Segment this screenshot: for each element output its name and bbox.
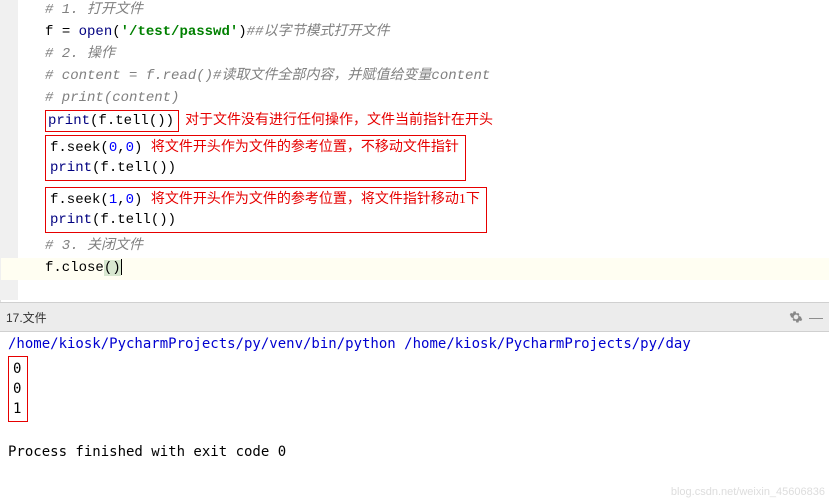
red-box: f.seek(1,0) 将文件开头作为文件的参考位置，将文件指针移动1下prin… — [45, 187, 487, 233]
console-tab-label[interactable]: 17.文件 — [6, 309, 47, 326]
cursor — [121, 259, 122, 275]
code-line[interactable]: f.seek(0,0) 将文件开头作为文件的参考位置，不移动文件指针print(… — [1, 132, 829, 184]
console-tab-bar: 17.文件 — — [0, 302, 829, 332]
code-line[interactable]: # 3. 关闭文件 — [1, 236, 829, 258]
gear-icon[interactable] — [789, 310, 803, 324]
code-editor[interactable]: # 1. 打开文件 f = open('/test/passwd')##以字节模… — [0, 0, 829, 302]
annotation: 将文件开头作为文件的参考位置，不移动文件指针 — [151, 140, 459, 155]
exit-message: Process finished with exit code 0 — [8, 442, 821, 462]
code-line[interactable]: # content = f.read()#读取文件全部内容，并赋值给变量cont… — [1, 66, 829, 88]
output-line: 0 — [13, 381, 21, 397]
output-box: 0 0 1 — [8, 356, 28, 422]
output-line: 0 — [13, 361, 21, 377]
code-line[interactable]: # 1. 打开文件 — [1, 0, 829, 22]
red-box: print(f.tell()) — [45, 110, 179, 132]
annotation: 将文件开头作为文件的参考位置，将文件指针移动1下 — [151, 192, 480, 207]
minimize-icon[interactable]: — — [809, 309, 823, 325]
console-output[interactable]: /home/kiosk/PycharmProjects/py/venv/bin/… — [0, 332, 829, 464]
watermark: blog.csdn.net/weixin_45606836 — [671, 486, 825, 498]
code-line[interactable]: # 2. 操作 — [1, 44, 829, 66]
code-line[interactable]: f.seek(1,0) 将文件开头作为文件的参考位置，将文件指针移动1下prin… — [1, 184, 829, 236]
output-line: 1 — [13, 401, 21, 417]
code-line[interactable]: # print(content) — [1, 88, 829, 110]
code-line[interactable]: f = open('/test/passwd')##以字节模式打开文件 — [1, 22, 829, 44]
red-box: f.seek(0,0) 将文件开头作为文件的参考位置，不移动文件指针print(… — [45, 135, 466, 181]
code-line-empty[interactable] — [1, 280, 829, 302]
code-line-current[interactable]: f.close() — [1, 258, 829, 280]
console-cmd-line: /home/kiosk/PycharmProjects/py/venv/bin/… — [8, 334, 821, 354]
code-line[interactable]: print(f.tell()) 对于文件没有进行任何操作，文件当前指针在开头 — [1, 110, 829, 132]
annotation: 对于文件没有进行任何操作，文件当前指针在开头 — [185, 113, 493, 128]
